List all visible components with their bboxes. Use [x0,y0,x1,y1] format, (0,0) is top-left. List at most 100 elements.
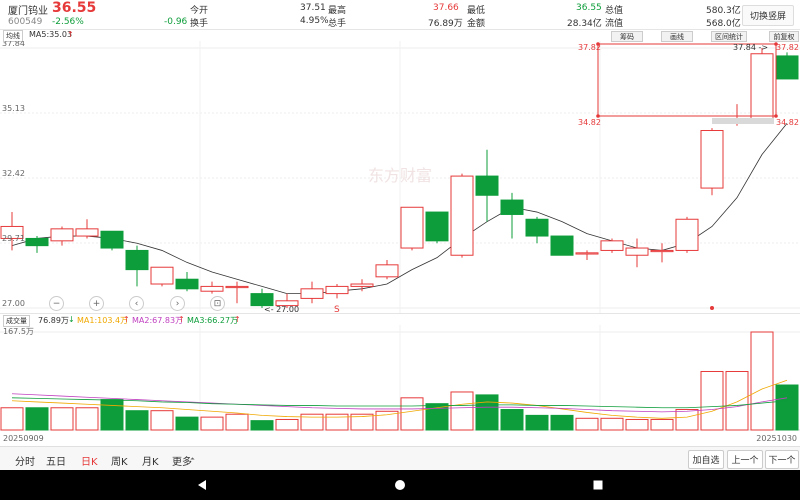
date-start-label: 20250909 [3,434,44,443]
candle [750,48,774,121]
volume-bar [275,418,299,431]
candle-body [250,293,274,307]
volume-bar [575,417,599,431]
candle [100,230,124,251]
high-value: 37.66 [433,3,459,13]
candle-body [675,218,699,251]
candle-body [425,211,449,242]
volume-bar [0,407,24,431]
tab-monthly-k[interactable]: 月K [142,453,159,468]
candle [125,245,149,287]
candle-body [375,264,399,278]
candle-body [525,218,549,237]
volume-bar [200,416,224,431]
draw-line-button[interactable]: 画线 [661,31,693,42]
signal-dot [710,306,714,310]
volume-bar [125,410,149,431]
total-value: 580.3亿 [706,6,741,16]
volume-bar [250,420,274,431]
stock-name: 厦门钨业 [8,6,48,17]
switch-portrait-button[interactable]: 切换竖屏 [742,5,794,26]
volume-bar [750,331,774,431]
recents-icon[interactable] [592,479,604,491]
tab-more[interactable]: 更多 [172,453,192,468]
reset-zoom-button[interactable]: ⊡ [210,296,225,311]
candle [225,281,249,304]
volume-bar [500,409,524,431]
candle-body [475,175,499,196]
back-icon[interactable] [196,479,208,491]
amount-value: 28.34亿 [567,19,602,29]
candle [575,250,599,261]
candle [375,260,399,280]
volume-label: 总手 [328,19,347,29]
turnover-value: 4.95% [300,16,329,26]
period-tabs: 分时 五日 日K 周K 月K 更多 加自选 上一个 下一个 [0,446,800,471]
move-left-button[interactable]: ‹ [129,296,144,311]
volume-bar [475,394,499,431]
quote-header: 厦门钨业 36.55 600549 -2.56% -0.96 今开 37.51 … [0,0,800,30]
candlestick-chart[interactable]: 东方财富 37.84 35.13 32.42 29.71 27.00 37.82 34.… [0,41,800,313]
volume-bar [175,416,199,431]
candle-body [300,288,324,299]
next-stock-button[interactable]: 下一个 [765,450,799,469]
candle [75,219,99,239]
add-watchlist-button[interactable]: 加自选 [688,450,724,469]
volume-bar [675,409,699,431]
zoom-out-button[interactable]: − [49,296,64,311]
candle-body [625,247,649,256]
previous-stock-button[interactable]: 上一个 [727,450,763,469]
volume-bar [550,414,574,431]
price-tick-label: 27.00 [2,299,25,308]
watermark: 东方财富 [368,166,432,185]
candle [675,216,699,253]
price-tick-label: 32.42 [2,169,25,178]
volume-bar [625,418,649,431]
candle [25,236,49,253]
candle-body [450,175,474,256]
candle [0,212,24,251]
panel-top-price: 37.82 [578,43,601,52]
system-navigation-bar [0,470,800,500]
candle [775,52,799,80]
open-value: 37.51 [300,3,326,13]
volume-bar [100,399,124,431]
tab-weekly-k[interactable]: 周K [111,453,128,468]
tab-intraday[interactable]: 分时 [15,453,35,468]
candle-body [750,53,774,120]
volume-bar [75,407,99,431]
price-tick-label: 35.13 [2,104,25,113]
candle [300,281,324,304]
tab-daily-k[interactable]: 日K [81,453,98,468]
ma5-value: MA5:35.03 [29,30,73,39]
chip-button[interactable]: 筹码 [611,31,643,42]
candle [475,149,499,222]
tab-five-day[interactable]: 五日 [46,453,66,468]
range-stats-button[interactable]: 区间统计 [711,31,747,42]
candle-body [650,249,674,253]
more-chevron-icon [190,457,195,462]
candle-body [350,283,374,287]
candle-body [150,266,174,285]
candle [450,173,474,258]
date-end-label: 20251030 [756,434,797,443]
candle [400,206,424,251]
candle [150,266,174,287]
candle-body [175,278,199,290]
move-right-button[interactable]: › [170,296,185,311]
home-icon[interactable] [394,479,406,491]
adjust-button[interactable]: 前复权 [769,31,799,42]
volume-max-label: 167.5万 [3,327,34,336]
candle-body [100,230,124,249]
price-tick-label: 37.84 [2,41,25,48]
low-label: 最低 [467,6,486,16]
low-value: 36.55 [576,3,602,13]
float-value: 568.0亿 [706,19,741,29]
candle [175,272,199,292]
candle [425,211,449,244]
volume-chart[interactable]: 167.5万 20250909 20251030 [0,312,800,446]
high-label: 最高 [328,6,347,16]
amount-label: 金额 [467,19,486,29]
candle-body [75,228,99,237]
zoom-in-button[interactable]: + [89,296,104,311]
